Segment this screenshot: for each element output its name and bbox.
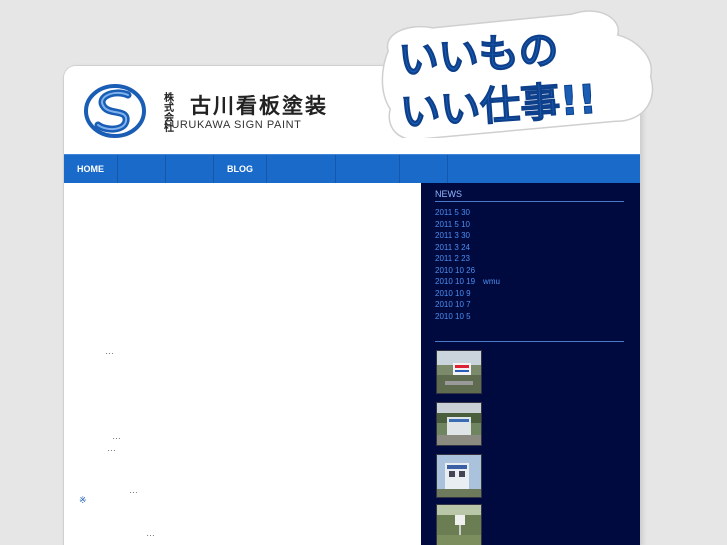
ellipsis-text: … <box>129 485 138 495</box>
slogan-badge: いいもの いい仕事!! <box>381 10 654 138</box>
news-item[interactable]: 2010 10 19 wmu <box>435 276 500 288</box>
news-item[interactable]: 2011 3 30 <box>435 230 500 242</box>
work-photo-thumbnail[interactable] <box>436 504 482 545</box>
nav-item-8[interactable] <box>448 155 639 184</box>
ellipsis-text: … <box>105 346 114 356</box>
ellipsis-text: … <box>107 443 116 453</box>
nav-item-3[interactable] <box>166 155 214 184</box>
company-english-name: FURUKAWA SIGN PAINT <box>164 119 302 131</box>
company-logo-icon[interactable] <box>84 83 146 139</box>
news-item[interactable]: 2011 5 30 <box>435 207 500 219</box>
news-item[interactable]: 2010 10 9 <box>435 288 500 300</box>
ellipsis-text: … <box>146 528 155 538</box>
note-asterisk: ※ <box>79 495 87 505</box>
nav-blog[interactable]: BLOG <box>214 155 267 184</box>
nav-home[interactable]: HOME <box>64 155 118 184</box>
ellipsis-text: … <box>112 431 121 441</box>
work-photo-thumbnail[interactable] <box>436 454 482 498</box>
sidebar: NEWS 2011 5 30 2011 5 10 2011 3 30 2011 … <box>421 183 640 545</box>
work-photo-thumbnail[interactable] <box>436 350 482 394</box>
sidebar-divider <box>435 341 624 342</box>
news-item[interactable]: 2010 10 7 <box>435 299 500 311</box>
news-item[interactable]: 2011 5 10 <box>435 219 500 231</box>
nav-item-5[interactable] <box>267 155 336 184</box>
nav-item-7[interactable] <box>400 155 448 184</box>
news-item[interactable]: 2010 10 5 <box>435 311 500 323</box>
work-photo-thumbnail[interactable] <box>436 402 482 446</box>
news-item[interactable]: 2011 3 24 <box>435 242 500 254</box>
news-list: 2011 5 30 2011 5 10 2011 3 30 2011 3 24 … <box>435 207 500 322</box>
nav-item-2[interactable] <box>118 155 166 184</box>
main-nav: HOME BLOG <box>64 154 640 184</box>
news-divider <box>435 201 624 202</box>
main-content: … … … … ※ … <box>64 183 421 545</box>
news-heading: NEWS <box>435 189 462 199</box>
news-item[interactable]: 2011 2 23 <box>435 253 500 265</box>
news-item[interactable]: 2010 10 26 <box>435 265 500 277</box>
company-name: 古川看板塗装 <box>190 94 328 118</box>
nav-item-6[interactable] <box>336 155 400 184</box>
